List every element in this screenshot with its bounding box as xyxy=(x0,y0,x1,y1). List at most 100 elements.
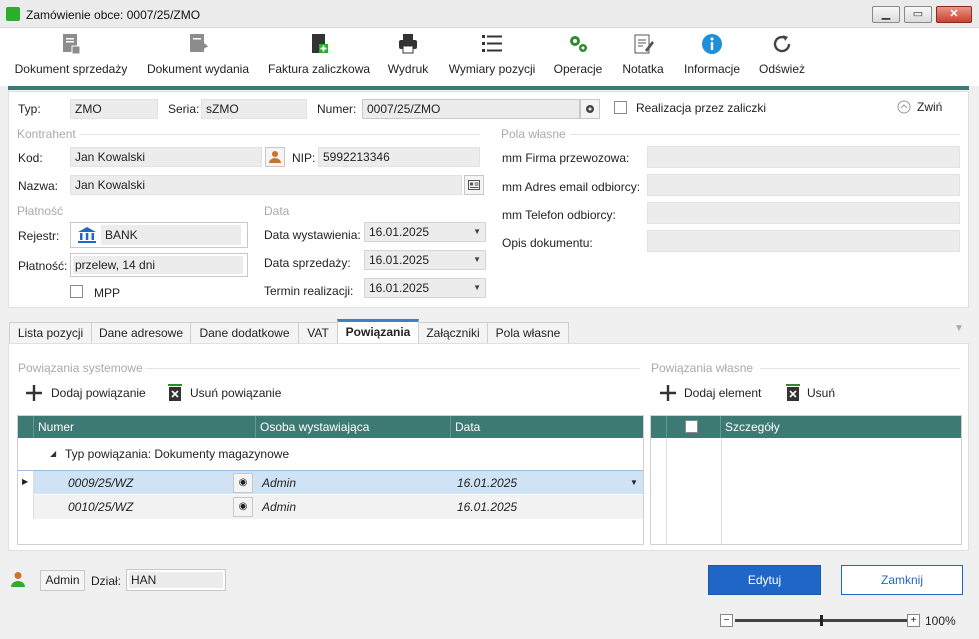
tab-dane-dodatkowe[interactable]: Dane dodatkowe xyxy=(190,322,299,344)
document-sale-icon xyxy=(63,34,81,55)
document-release-icon xyxy=(190,34,209,52)
data-wystawienia-label: Data wystawienia: xyxy=(264,228,361,242)
toolbar-label: Informacje xyxy=(683,62,741,76)
select-all-checkbox[interactable] xyxy=(685,420,698,433)
zoom-slider-thumb[interactable] xyxy=(820,615,823,626)
close-dialog-button[interactable]: Zamknij xyxy=(841,565,963,595)
app-icon xyxy=(6,7,20,21)
email-odbiorcy-label: mm Adres email odbiorcy: xyxy=(502,180,641,194)
zoom-out-button[interactable]: − xyxy=(720,614,733,627)
tab-zalaczniki[interactable]: Załączniki xyxy=(418,322,488,344)
opis-dokumentu-label: Opis dokumentu: xyxy=(502,236,593,250)
column-header-numer[interactable]: Numer xyxy=(34,416,256,438)
column-header-szczegoly[interactable]: Szczegóły xyxy=(721,416,961,438)
toolbar-operations[interactable]: Operacje xyxy=(552,30,604,84)
kod-field[interactable]: Jan Kowalski xyxy=(70,147,262,167)
data-section: Data xyxy=(264,204,290,218)
termin-realizacji-picker[interactable]: 16.01.2025 ▼ xyxy=(364,278,486,298)
close-button[interactable]: ✕ xyxy=(936,6,972,23)
toolbar-print[interactable]: Wydruk xyxy=(384,30,432,84)
email-odbiorcy-field[interactable] xyxy=(647,174,960,196)
rejestr-field[interactable]: BANK xyxy=(70,222,248,248)
pola-wlasne-section: Pola własne xyxy=(501,127,566,141)
note-icon xyxy=(634,34,654,54)
collapse-group-icon[interactable]: ◢ xyxy=(50,449,56,458)
opis-dokumentu-field[interactable] xyxy=(647,230,960,252)
id-card-icon xyxy=(468,180,480,190)
invoice-advance-icon xyxy=(312,34,328,53)
minimize-button[interactable]: ▁ xyxy=(872,6,900,23)
data-sprzedazy-picker[interactable]: 16.01.2025 ▼ xyxy=(364,250,486,270)
tab-powiazania[interactable]: Powiązania xyxy=(337,319,419,344)
remove-link-button[interactable]: Usuń powiązanie xyxy=(167,382,287,404)
zoom-level: 100% xyxy=(925,614,956,628)
row-indicator-header xyxy=(18,416,34,438)
dzial-field[interactable]: HAN xyxy=(126,569,226,591)
tab-lista-pozycji[interactable]: Lista pozycji xyxy=(9,322,92,344)
platnosc-field[interactable]: przelew, 14 dni xyxy=(70,253,248,277)
row-indicator-header xyxy=(651,416,667,438)
powiazania-systemowe-section: Powiązania systemowe xyxy=(18,361,143,375)
user-icon xyxy=(11,572,25,587)
dropdown-arrow-icon: ▼ xyxy=(473,227,481,236)
firma-przewozowa-label: mm Firma przewozowa: xyxy=(502,151,630,165)
column-header-osoba[interactable]: Osoba wystawiająca xyxy=(256,416,451,438)
refresh-icon xyxy=(773,35,791,53)
remove-element-button[interactable]: Usuń xyxy=(785,382,845,404)
dropdown-arrow-icon[interactable]: ▼ xyxy=(630,472,638,494)
table-row[interactable]: ▶ ▶ 0009/25/WZ ◉ Admin 16.01.2025 ▼ xyxy=(18,470,643,495)
date-value: 16.01.2025 xyxy=(369,225,430,239)
numer-settings-button[interactable] xyxy=(580,99,600,119)
cell-osoba: Admin xyxy=(262,476,297,490)
seria-field: sZMO xyxy=(201,99,307,119)
zoom-in-button[interactable]: + xyxy=(907,614,920,627)
dzial-label: Dział: xyxy=(91,574,122,588)
toolbar-note[interactable]: Notatka xyxy=(618,30,668,84)
zoom-slider[interactable] xyxy=(735,615,907,626)
table-row[interactable]: 0010/25/WZ ◉ Admin 16.01.2025 xyxy=(18,495,643,519)
preview-eye-icon[interactable]: ◉ xyxy=(233,473,253,493)
contractor-card-button[interactable] xyxy=(464,175,484,195)
toolbar-info[interactable]: Informacje xyxy=(682,30,742,84)
collapse-label: Zwiń xyxy=(917,100,943,114)
realizacja-checkbox[interactable] xyxy=(614,101,627,114)
date-value: 16.01.2025 xyxy=(369,253,430,267)
group-row[interactable]: ◢ Typ powiązania: Dokumenty magazynowe xyxy=(18,438,643,470)
preview-eye-icon[interactable]: ◉ xyxy=(233,497,253,517)
dropdown-arrow-icon: ▼ xyxy=(473,283,481,292)
edit-button[interactable]: Edytuj xyxy=(708,565,821,595)
toolbar-label: Odśwież xyxy=(758,62,805,76)
group-label: Typ powiązania: Dokumenty magazynowe xyxy=(65,447,290,461)
maximize-button[interactable]: ▭ xyxy=(904,6,932,23)
column-header-data[interactable]: Data xyxy=(451,416,643,438)
current-user-button[interactable]: Admin xyxy=(40,570,85,591)
telefon-odbiorcy-field[interactable] xyxy=(647,202,960,224)
toolbar-document-sale[interactable]: Dokument sprzedaży xyxy=(14,30,128,84)
tab-dane-adresowe[interactable]: Dane adresowe xyxy=(91,322,191,344)
cell-numer: 0009/25/WZ xyxy=(68,476,134,490)
toolbar-document-release[interactable]: Dokument wydania xyxy=(145,30,251,84)
firma-przewozowa-field[interactable] xyxy=(647,146,960,168)
collapse-button[interactable]: Zwiń xyxy=(897,99,947,117)
tab-pola-wlasne[interactable]: Pola własne xyxy=(487,322,569,344)
add-link-button[interactable]: Dodaj powiązanie xyxy=(24,382,154,404)
tabs-dropdown-icon[interactable]: ▼ xyxy=(954,323,964,334)
mpp-label: MPP xyxy=(94,286,121,300)
toolbar-invoice-advance[interactable]: Faktura zaliczkowa xyxy=(268,30,370,84)
data-wystawienia-picker[interactable]: 16.01.2025 ▼ xyxy=(364,222,486,242)
gears-icon xyxy=(570,36,587,52)
row-selected-icon: ▶ xyxy=(22,477,29,486)
tab-vat[interactable]: VAT xyxy=(298,322,338,344)
mpp-checkbox[interactable] xyxy=(70,285,83,298)
data-sprzedazy-label: Data sprzedaży: xyxy=(264,256,351,270)
numer-field[interactable]: 0007/25/ZMO xyxy=(362,99,580,119)
person-icon xyxy=(269,151,281,163)
contractor-pick-button[interactable] xyxy=(265,147,285,167)
rejestr-value: BANK xyxy=(101,225,241,245)
grid-header: Numer Osoba wystawiająca Data xyxy=(18,416,643,438)
toolbar-refresh[interactable]: Odśwież xyxy=(756,30,808,84)
section-divider xyxy=(760,368,960,369)
add-element-button[interactable]: Dodaj element xyxy=(658,382,768,404)
toolbar-dimensions[interactable]: Wymiary pozycji xyxy=(447,30,537,84)
toolbar-label: Wymiary pozycji xyxy=(448,62,536,76)
